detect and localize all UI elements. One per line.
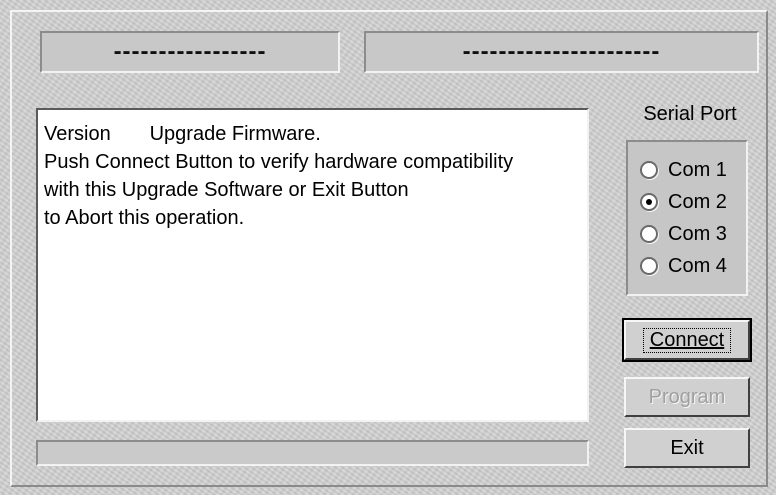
- radio-button-checked-icon[interactable]: [640, 193, 658, 211]
- radio-com-2[interactable]: Com 2: [640, 186, 746, 218]
- radio-com-3-label: Com 3: [668, 222, 727, 245]
- radio-com-1-label: Com 1: [668, 158, 727, 181]
- progress-bar: [36, 440, 589, 466]
- radio-com-1[interactable]: Com 1: [640, 154, 746, 186]
- exit-button-label: Exit: [670, 436, 704, 459]
- connect-button[interactable]: Connect: [622, 318, 752, 362]
- connect-button-label: Connect: [642, 327, 732, 353]
- radio-com-3[interactable]: Com 3: [640, 218, 746, 250]
- serial-port-group: Com 1 Com 2 Com 3 Com 4: [626, 140, 748, 296]
- radio-com-4[interactable]: Com 4: [640, 250, 746, 282]
- message-line-3: Push Connect Button to verify hardware c…: [44, 151, 514, 173]
- status-right-text: ----------------------: [462, 38, 661, 65]
- status-right-box: ----------------------: [364, 31, 759, 73]
- message-textarea[interactable]: Version Upgrade Firmware. Push Connect B…: [36, 108, 589, 422]
- radio-com-4-label: Com 4: [668, 254, 727, 277]
- exit-button[interactable]: Exit: [624, 428, 750, 468]
- program-button-label: Program: [648, 385, 726, 408]
- status-left-text: -----------------: [113, 38, 267, 65]
- radio-button-icon[interactable]: [640, 225, 658, 243]
- message-line-4: with this Upgrade Software or Exit Butto…: [44, 179, 409, 201]
- message-line-1: Version Upgrade Firmware.: [44, 123, 321, 145]
- radio-button-icon[interactable]: [640, 161, 658, 179]
- program-button[interactable]: Program: [624, 377, 750, 417]
- status-left-box: -----------------: [40, 31, 340, 73]
- serial-port-label: Serial Port: [643, 103, 737, 125]
- radio-button-icon[interactable]: [640, 257, 658, 275]
- radio-com-2-label: Com 2: [668, 190, 727, 213]
- message-line-5: to Abort this operation.: [44, 207, 245, 229]
